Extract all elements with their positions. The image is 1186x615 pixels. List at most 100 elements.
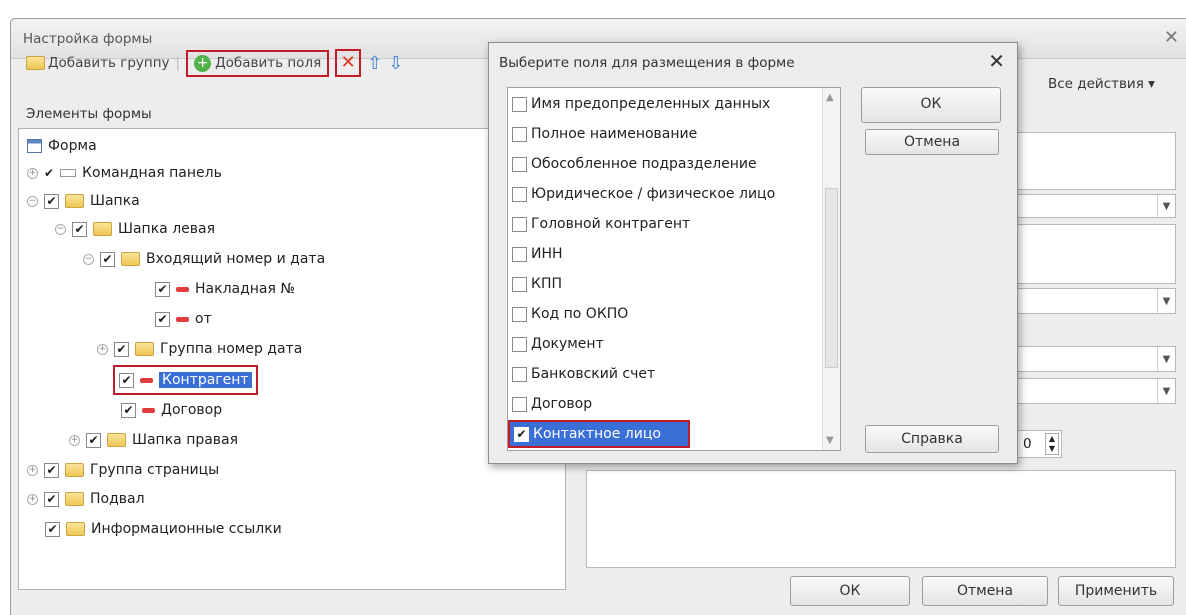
tree-row-form[interactable]: Форма	[27, 133, 97, 159]
close-icon[interactable]: ✕	[988, 49, 1005, 73]
scrollbar[interactable]: ▲ ▼	[822, 88, 840, 450]
property-select[interactable]: ▼	[1010, 194, 1176, 218]
checkbox[interactable]	[72, 221, 87, 237]
chevron-down-icon[interactable]: ▼	[1157, 379, 1175, 403]
apply-button[interactable]: Применить	[1058, 576, 1174, 606]
field-icon	[140, 377, 153, 383]
delete-button[interactable]: ✕	[335, 49, 362, 77]
tree-row-header-right[interactable]: + Шапка правая	[69, 427, 238, 453]
checkbox[interactable]	[512, 276, 527, 292]
spin-field[interactable]: 0 ▲ ▼	[1016, 430, 1062, 458]
folder-icon	[66, 522, 85, 536]
add-fields-button[interactable]: + Добавить поля	[186, 49, 330, 77]
list-item[interactable]: Юридическое / физическое лицо	[512, 182, 775, 206]
checkbox[interactable]	[512, 306, 527, 322]
scroll-up-icon[interactable]: ▲	[826, 92, 834, 103]
list-item[interactable]: Имя предопределенных данных	[512, 92, 770, 116]
folder-icon	[65, 194, 84, 208]
all-actions-menu[interactable]: Все действия ▾	[1048, 76, 1155, 92]
checkbox[interactable]	[86, 432, 101, 448]
collapse-icon[interactable]: −	[27, 195, 38, 207]
list-item[interactable]: КПП	[512, 272, 562, 296]
list-item[interactable]: Полное наименование	[512, 122, 697, 146]
list-item[interactable]: Головной контрагент	[512, 212, 690, 236]
checkbox[interactable]	[512, 366, 527, 382]
property-select[interactable]: ▼	[1010, 346, 1176, 372]
list-item[interactable]: ИНН	[512, 242, 563, 266]
list-item[interactable]: Банковский счет	[512, 362, 655, 386]
list-item[interactable]: Код по ОКПО	[512, 302, 628, 326]
chevron-down-icon[interactable]: ▼	[1157, 289, 1175, 313]
checkbox[interactable]	[514, 426, 529, 442]
checkbox[interactable]	[512, 246, 527, 262]
close-icon[interactable]: ✕	[1164, 27, 1179, 48]
checkbox[interactable]	[512, 156, 527, 172]
property-text-area[interactable]	[1010, 132, 1176, 190]
scroll-down-icon[interactable]: ▼	[826, 435, 834, 446]
tree-row-incoming-number[interactable]: − Входящий номер и дата	[83, 246, 325, 272]
expand-icon[interactable]: +	[27, 167, 38, 179]
tree-row-header[interactable]: − Шапка	[27, 188, 140, 214]
ok-button[interactable]: ОК	[790, 576, 910, 606]
dialog-cancel-button[interactable]: Отмена	[865, 129, 999, 155]
tree-row-pages-group[interactable]: + Группа страницы	[27, 457, 219, 483]
checkbox[interactable]	[512, 396, 527, 412]
list-item[interactable]: Обособленное подразделение	[512, 152, 757, 176]
collapse-icon[interactable]: −	[83, 253, 94, 265]
property-select[interactable]: ▼	[1010, 288, 1176, 314]
checkbox[interactable]	[512, 96, 527, 112]
checkbox[interactable]	[512, 216, 527, 232]
folder-icon	[93, 222, 112, 236]
tree-row-invoice-number[interactable]: Накладная №	[155, 276, 295, 302]
expand-icon[interactable]: +	[27, 464, 38, 476]
tree-header: Элементы формы	[26, 106, 152, 122]
checkbox[interactable]	[44, 462, 59, 478]
checkbox[interactable]	[121, 402, 136, 418]
tree-row-info-links[interactable]: Информационные ссылки	[45, 516, 282, 542]
checkbox[interactable]	[119, 372, 134, 388]
expand-icon[interactable]: +	[97, 343, 108, 355]
move-down-icon[interactable]: ⇩	[388, 53, 403, 74]
property-select[interactable]: ▼	[1010, 378, 1176, 404]
checkbox[interactable]	[155, 311, 170, 327]
add-group-button[interactable]: Добавить группу	[26, 55, 170, 71]
checkbox[interactable]	[44, 491, 59, 507]
tree-row-footer[interactable]: + Подвал	[27, 486, 145, 512]
chevron-down-icon[interactable]: ▼	[1157, 347, 1175, 371]
property-text-area[interactable]	[1010, 224, 1176, 284]
select-fields-dialog: Выберите поля для размещения в форме ✕ И…	[488, 42, 1018, 464]
tree-row-counterparty[interactable]: Контрагент	[113, 365, 258, 395]
checkbox[interactable]	[45, 521, 60, 537]
list-item[interactable]: Договор	[512, 392, 592, 416]
delete-icon: ✕	[340, 52, 356, 73]
expand-icon[interactable]: +	[69, 434, 80, 446]
folder-icon	[107, 433, 126, 447]
tree-row-contract[interactable]: Договор	[121, 397, 222, 423]
tree-row-group-number-date[interactable]: + Группа номер дата	[97, 336, 302, 362]
property-lower-panel	[586, 470, 1176, 568]
tree-row-command-panel[interactable]: + ✔ Командная панель	[27, 160, 222, 186]
dialog-ok-button[interactable]: ОК	[861, 87, 1001, 123]
field-icon	[176, 316, 189, 322]
checkbox[interactable]	[44, 193, 59, 209]
tree-row-header-left[interactable]: − Шапка левая	[55, 216, 215, 242]
expand-icon[interactable]: +	[27, 493, 38, 505]
collapse-icon[interactable]: −	[55, 223, 66, 235]
list-item-selected[interactable]: Контактное лицо	[508, 420, 690, 448]
move-up-icon[interactable]: ⇧	[367, 53, 382, 74]
cancel-button[interactable]: Отмена	[922, 576, 1048, 606]
check-icon: ✔	[44, 166, 55, 180]
checkbox[interactable]	[100, 251, 115, 267]
tree-row-date-from[interactable]: от	[155, 306, 212, 332]
checkbox[interactable]	[155, 281, 170, 297]
checkbox[interactable]	[512, 336, 527, 352]
checkbox[interactable]	[512, 186, 527, 202]
folder-icon	[65, 492, 84, 506]
scroll-thumb[interactable]	[825, 188, 838, 368]
dialog-help-button[interactable]: Справка	[865, 425, 999, 453]
checkbox[interactable]	[114, 341, 129, 357]
checkbox[interactable]	[512, 126, 527, 142]
spin-arrows-icon[interactable]: ▲ ▼	[1045, 433, 1059, 455]
chevron-down-icon[interactable]: ▼	[1157, 195, 1175, 217]
list-item[interactable]: Документ	[512, 332, 604, 356]
